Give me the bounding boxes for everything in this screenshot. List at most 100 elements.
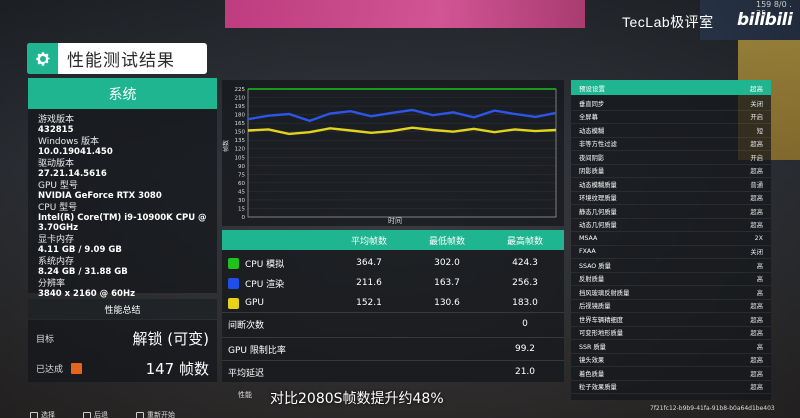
fps-row-min: 302.0 <box>434 258 460 268</box>
restart-control[interactable]: 重新开始 <box>136 410 175 418</box>
preset-row: 动态模糊质量 普通 <box>571 178 771 192</box>
y-tick-label: 180 <box>235 113 246 119</box>
system-label: CPU 型号 <box>38 203 78 213</box>
preset-heading-label: 预设设置 <box>579 84 605 93</box>
preset-label: 环境纹理质量 <box>579 195 617 203</box>
preset-value: 2X <box>754 234 763 242</box>
preset-label: SSR 质量 <box>579 343 606 351</box>
preset-heading: 预设设置 超高 <box>571 80 771 95</box>
target-value: 解锁 (可变) <box>132 330 209 348</box>
preset-value: 超高 <box>750 370 763 378</box>
preset-label: 反射质量 <box>579 276 605 284</box>
brand-logo: bilibili <box>737 10 793 30</box>
preset-row: 动态模糊 短 <box>571 124 771 138</box>
preset-label: 垂直同步 <box>579 100 605 108</box>
system-label: 系统内存 <box>38 257 75 267</box>
achieved-value: 147 帧数 <box>145 360 209 378</box>
system-label: 游戏版本 <box>38 115 75 125</box>
preset-value: 超高 <box>750 141 763 149</box>
preset-label: 动态模糊质量 <box>579 181 617 189</box>
fps-row-avg: 364.7 <box>356 258 382 268</box>
preset-label: 阴影质量 <box>579 168 605 176</box>
preset-label: 镜头效果 <box>579 357 605 365</box>
preset-value: 高 <box>756 289 763 297</box>
system-label: 驱动版本 <box>38 159 75 169</box>
preset-row: 可变形地形质量 超高 <box>571 327 771 340</box>
achieved-status-icon <box>71 363 83 374</box>
system-value: 10.0.19041.450 <box>38 147 113 157</box>
gpu-limit-value: 99.2 <box>514 344 536 354</box>
summary-panel: 目标 解锁 (可变) 已达成 147 帧数 <box>28 320 217 382</box>
preset-heading-value: 超高 <box>750 84 763 93</box>
preset-row: 反射质量 高 <box>571 273 771 286</box>
preset-value: 超高 <box>750 168 763 176</box>
preset-row: 镜头效果 超高 <box>571 354 771 367</box>
preset-row: 非等方性过滤 超高 <box>571 138 771 151</box>
system-value: 432815 <box>38 125 74 135</box>
y-tick-label: 0 <box>242 215 246 221</box>
gpu-limit-label: GPU 限制比率 <box>228 345 286 356</box>
system-heading: 系统 <box>28 78 217 109</box>
series-line-2 <box>247 108 557 123</box>
fps-header-avg: 平均帧数 <box>350 236 387 247</box>
select-control[interactable]: 选择 <box>30 410 55 418</box>
fps-graph: 225 210 195 180 165 150 135 120 105 90 75 60 45 30 15 0… <box>222 80 564 226</box>
fps-row-name: GPU <box>222 297 330 309</box>
stutter-label: 间断次数 <box>228 320 265 331</box>
stutter-row: 间断次数 0 <box>222 314 564 334</box>
series-color-swatch <box>228 257 239 269</box>
preset-value: 关闭 <box>750 100 763 108</box>
gear-icon <box>27 43 58 74</box>
y-tick-label: 120 <box>235 147 246 153</box>
gpu-limit-row: GPU 限制比率 99.2 <box>222 339 564 359</box>
page-title: 性能测试结果 <box>67 51 175 71</box>
preset-row: 挡风玻璃反射质量 高 <box>571 286 771 300</box>
fps-row-max: 183.0 <box>512 298 538 308</box>
preset-value: 关闭 <box>750 249 763 257</box>
row-divider <box>222 360 564 361</box>
fps-row-label: CPU 渲染 <box>245 279 285 290</box>
back-key-icon <box>83 411 91 418</box>
preset-value: 超高 <box>750 208 763 216</box>
fps-row-label: CPU 模拟 <box>245 259 285 270</box>
fps-graph-svg: 2252101951801651501351201059075604530150… <box>222 87 557 225</box>
session-hash: 7f21fc12-b9b9-41fa-91b8-b0a64d1be403 <box>650 405 775 412</box>
y-tick-label: 210 <box>235 96 246 102</box>
back-control[interactable]: 后退 <box>83 410 108 418</box>
system-value: Intel(R) Core(TM) i9-10900K CPU @ 3.70GH… <box>38 213 207 233</box>
preset-row: 环境纹理质量 超高 <box>571 192 771 205</box>
background-sky <box>225 0 585 28</box>
preset-value: 高 <box>756 343 763 351</box>
series-color-swatch <box>228 277 239 289</box>
fps-row-min: 163.7 <box>434 278 460 288</box>
system-label: GPU 型号 <box>38 181 78 191</box>
preset-label: 非等方性过滤 <box>579 141 617 149</box>
preset-value: 短 <box>756 127 763 135</box>
preset-value: 高 <box>756 276 763 284</box>
video-subtitle: 对比2080S帧数提升约48% <box>270 391 444 407</box>
preset-value: 超高 <box>750 222 763 230</box>
system-label: 分辨率 <box>38 279 66 289</box>
system-value: 27.21.14.5616 <box>38 169 107 179</box>
preset-value: 普通 <box>750 181 763 189</box>
system-value: NVIDIA GeForce RTX 3080 <box>38 191 162 201</box>
preset-value: 开启 <box>750 114 763 122</box>
series-line-3 <box>247 126 557 136</box>
y-tick-label: 90 <box>238 164 245 170</box>
preset-value: 超高 <box>750 195 763 203</box>
page-title-bar: 性能测试结果 <box>27 43 207 74</box>
system-value: 4.11 GB / 9.09 GB <box>38 245 122 255</box>
system-value: 8.24 GB / 31.88 GB <box>38 267 128 277</box>
y-tick-label: 45 <box>238 189 245 195</box>
system-label: 显卡内存 <box>38 235 75 245</box>
y-tick-label: 15 <box>238 206 245 212</box>
preset-row: 粒子效果质量 超高 <box>571 381 771 394</box>
fps-table-row: GPU 152.1 130.6 183.0 <box>222 293 564 313</box>
preset-value: 高 <box>756 262 763 270</box>
preset-row: 垂直同步 关闭 <box>571 97 771 111</box>
fps-table-row: CPU 模拟 364.7 302.0 424.3 <box>222 253 564 273</box>
system-panel: 游戏版本 432815 Windows 版本 10.0.19041.450 驱动版本 27… <box>28 109 217 299</box>
preset-value: 超高 <box>750 303 763 311</box>
preset-row: 阴影质量 超高 <box>571 165 771 178</box>
y-tick-label: 195 <box>235 104 246 110</box>
